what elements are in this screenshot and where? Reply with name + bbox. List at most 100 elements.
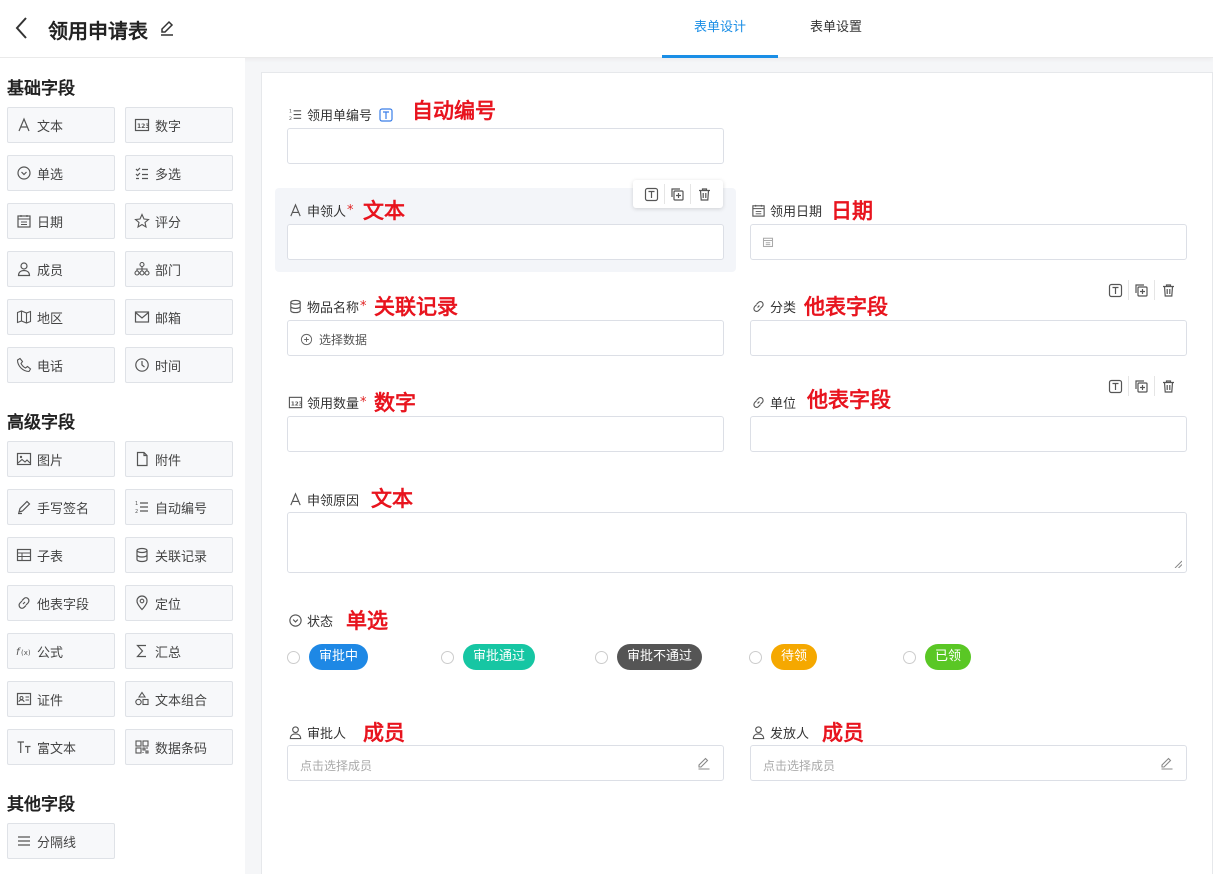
field-label-category: 分类 <box>751 297 796 316</box>
status-option[interactable]: 待领 <box>749 644 818 670</box>
palette-checklist-button[interactable]: 多选 <box>125 155 233 191</box>
edit-icon[interactable] <box>697 756 711 770</box>
palette-mail-button[interactable]: 邮箱 <box>125 299 233 335</box>
field-label-date: 领用日期 <box>751 201 822 220</box>
shapes-icon <box>135 691 149 706</box>
palette-formula-button[interactable]: f (x) 公式 <box>7 633 115 669</box>
palette-button-label: 定位 <box>155 597 182 613</box>
radio-circle[interactable] <box>287 650 300 664</box>
text-type-icon <box>379 107 393 122</box>
field-label-applicant: 申领人 * <box>288 201 354 220</box>
palette-image-button[interactable]: 图片 <box>7 441 115 477</box>
palette-org-button[interactable]: 部门 <box>125 251 233 287</box>
palette-radio-button[interactable]: 单选 <box>7 155 115 191</box>
mail-icon <box>134 311 150 323</box>
duplicate-button[interactable] <box>1129 376 1155 396</box>
user-icon <box>752 726 765 740</box>
palette-button-label: 电话 <box>37 359 64 375</box>
palette-button-label: 单选 <box>37 167 64 183</box>
palette-pen-button[interactable]: 手写签名 <box>7 489 115 525</box>
text-icon <box>290 203 301 217</box>
category-input[interactable] <box>750 320 1187 356</box>
palette-rich-text-button[interactable]: 富文本 <box>7 729 115 765</box>
palette-clock-button[interactable]: 时间 <box>125 347 233 383</box>
duplicate-button[interactable] <box>665 184 691 204</box>
serial-input[interactable] <box>287 128 724 164</box>
reason-textarea[interactable] <box>287 512 1187 573</box>
applicant-input[interactable] <box>287 224 724 260</box>
palette-qrcode-button[interactable]: 数据条码 <box>125 729 233 765</box>
date-input[interactable] <box>750 224 1187 260</box>
palette-table-button[interactable]: 子表 <box>7 537 115 573</box>
palette-id-card-button[interactable]: 证件 <box>7 681 115 717</box>
palette-calendar-button[interactable]: 日期 <box>7 203 115 239</box>
edit-icon[interactable] <box>1160 756 1174 770</box>
qrcode-icon <box>135 740 149 754</box>
palette-button-label: 公式 <box>37 645 64 661</box>
trash-icon <box>1162 379 1174 393</box>
link-icon <box>753 300 764 313</box>
status-option[interactable]: 已领 <box>903 644 972 670</box>
edit-title-icon[interactable] <box>158 19 176 37</box>
palette-file-button[interactable]: 附件 <box>125 441 233 477</box>
duplicate-button[interactable] <box>1129 280 1155 300</box>
field-type-button[interactable] <box>639 184 665 204</box>
user-icon <box>17 262 31 277</box>
palette-button-label: 多选 <box>155 167 182 183</box>
status-option[interactable]: 审批中 <box>287 644 369 670</box>
palette-button-label: 子表 <box>37 549 64 565</box>
unit-input[interactable] <box>750 416 1187 452</box>
palette-button-label: 评分 <box>155 215 182 231</box>
select-data-button[interactable]: 选择数据 <box>300 331 367 348</box>
palette-sigma-button[interactable]: 汇总 <box>125 633 233 669</box>
radio-circle[interactable] <box>903 650 916 664</box>
radio-circle[interactable] <box>595 650 608 664</box>
quantity-input[interactable] <box>287 416 724 452</box>
svg-text:2: 2 <box>135 509 138 515</box>
radio-circle[interactable] <box>749 650 762 664</box>
delete-button[interactable] <box>1155 376 1181 396</box>
approver-select[interactable]: 点击选择成员 <box>287 745 724 781</box>
field-label-serial: 12 领用单编号 <box>288 105 397 124</box>
palette-link-button[interactable]: 他表字段 <box>7 585 115 621</box>
palette-phone-button[interactable]: 电话 <box>7 347 115 383</box>
palette-text-button[interactable]: 文本 <box>7 107 115 143</box>
field-type-button[interactable] <box>1103 376 1129 396</box>
approver-placeholder: 点击选择成员 <box>300 759 373 773</box>
palette-numbered-list-button[interactable]: 1 2 自动编号 <box>125 489 233 525</box>
field-type-button[interactable] <box>1103 280 1129 300</box>
status-option-label: 已领 <box>925 644 972 670</box>
database-icon <box>136 547 148 563</box>
radio-icon <box>289 614 302 627</box>
palette-user-button[interactable]: 成员 <box>7 251 115 287</box>
database-icon <box>290 299 301 314</box>
tab-form-settings[interactable]: 表单设置 <box>778 0 894 58</box>
palette-star-button[interactable]: 评分 <box>125 203 233 239</box>
palette-number-button[interactable]: 123 数字 <box>125 107 233 143</box>
palette-location-button[interactable]: 定位 <box>125 585 233 621</box>
status-option[interactable]: 审批不通过 <box>595 644 703 670</box>
numbered-list-icon: 12 <box>135 501 148 515</box>
palette-button-label: 邮箱 <box>155 311 182 327</box>
radio-circle[interactable] <box>441 650 454 664</box>
annotation-approver: 成员 <box>363 721 405 745</box>
delete-button[interactable] <box>691 184 717 204</box>
palette-database-button[interactable]: 关联记录 <box>125 537 233 573</box>
tab-form-design[interactable]: 表单设计 <box>662 0 778 58</box>
link-icon <box>753 396 764 409</box>
palette-button-label: 图片 <box>37 453 64 469</box>
delete-button[interactable] <box>1155 280 1181 300</box>
palette-shapes-button[interactable]: 文本组合 <box>125 681 233 717</box>
location-icon <box>136 595 148 611</box>
svg-text:2: 2 <box>289 116 292 122</box>
distributor-select[interactable]: 点击选择成员 <box>750 745 1187 781</box>
palette-map-button[interactable]: 地区 <box>7 299 115 335</box>
trash-icon <box>698 187 710 201</box>
palette-button-label: 自动编号 <box>155 501 208 517</box>
palette-divider-button[interactable]: 分隔线 <box>7 823 115 859</box>
other-fields-title: 其他字段 <box>7 795 75 815</box>
status-option[interactable]: 审批通过 <box>441 644 536 670</box>
resize-handle-icon[interactable] <box>1174 560 1182 568</box>
back-arrow-icon[interactable] <box>12 14 34 42</box>
palette-button-label: 证件 <box>37 693 64 709</box>
